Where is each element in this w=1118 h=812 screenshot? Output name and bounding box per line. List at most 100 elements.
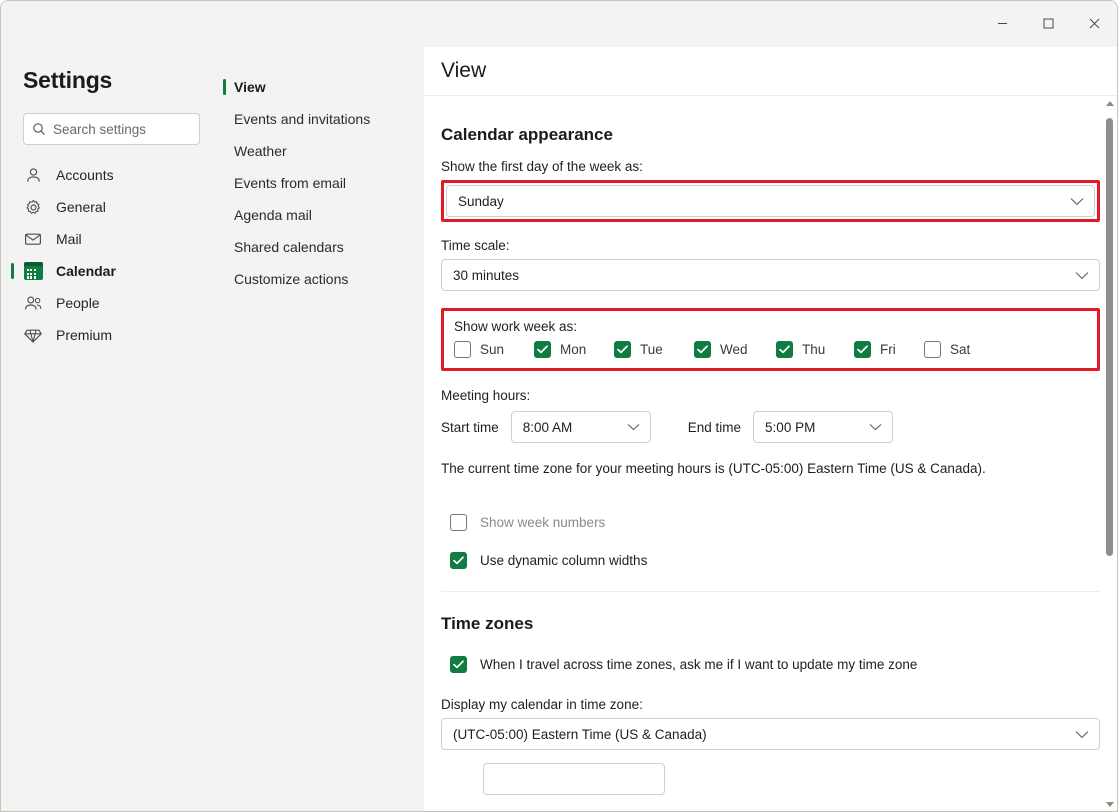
end-time-value: 5:00 PM (765, 419, 816, 435)
sidebar-nav: Accounts General Mail Calendar People Pr… (1, 159, 222, 351)
workweek-checkbox-fri[interactable]: Fri (854, 341, 924, 358)
search-settings-input[interactable]: Search settings (23, 113, 200, 145)
start-time-label: Start time (441, 419, 499, 435)
workweek-checkbox-mon[interactable]: Mon (534, 341, 614, 358)
day-label: Mon (560, 342, 587, 357)
work-week-label: Show work week as: (454, 319, 578, 334)
checkbox-checked-icon (694, 341, 711, 358)
search-placeholder: Search settings (53, 121, 147, 137)
person-icon (23, 165, 43, 185)
option-label: Show week numbers (480, 515, 606, 530)
content-header: View (424, 47, 1117, 96)
subnav-item-label: Events from email (234, 175, 347, 191)
workweek-checkbox-tue[interactable]: Tue (614, 341, 694, 358)
day-label: Fri (880, 342, 896, 357)
minimize-button[interactable] (979, 1, 1025, 45)
subnav-item-shared-calendars[interactable]: Shared calendars (222, 231, 424, 263)
scroll-down-arrow-icon[interactable] (1102, 797, 1117, 811)
sidebar-item-label: Premium (56, 327, 113, 343)
settings-title: Settings (23, 67, 113, 93)
subnav-item-label: View (234, 79, 266, 95)
checkbox-unchecked-icon (924, 341, 941, 358)
sidebar-item-general[interactable]: General (1, 191, 222, 223)
scroll-up-arrow-icon[interactable] (1102, 96, 1117, 110)
checkbox-checked-icon (450, 656, 467, 673)
time-scale-dropdown[interactable]: 30 minutes (441, 259, 1100, 291)
add-time-zone-button[interactable] (483, 763, 665, 795)
workweek-checkbox-wed[interactable]: Wed (694, 341, 776, 358)
checkbox-checked-icon (534, 341, 551, 358)
end-time-label: End time (687, 419, 742, 435)
calendar-subnav: View Events and invitations Weather Even… (222, 47, 424, 811)
scrollbar-thumb[interactable] (1106, 118, 1113, 556)
settings-window: Settings Search settings Accounts Genera… (0, 0, 1118, 812)
time-zones-heading: Time zones (441, 614, 534, 633)
subnav-item-label: Weather (234, 143, 287, 159)
end-time-dropdown[interactable]: 5:00 PM (753, 411, 894, 443)
sidebar-item-calendar[interactable]: Calendar (1, 255, 222, 287)
first-day-highlight: Sunday (441, 180, 1100, 222)
diamond-icon (23, 325, 43, 345)
chevron-down-icon (869, 423, 882, 431)
workweek-checkbox-sat[interactable]: Sat (924, 341, 970, 358)
page-title: View (441, 59, 487, 82)
checkbox-unchecked-icon (450, 514, 467, 531)
subnav-item-label: Customize actions (234, 271, 349, 287)
day-label: Thu (802, 342, 826, 357)
sidebar-item-premium[interactable]: Premium (1, 319, 222, 351)
sidebar-item-label: Calendar (56, 263, 116, 279)
meeting-timezone-note: The current time zone for your meeting h… (441, 461, 986, 476)
sidebar-item-label: Accounts (56, 167, 114, 183)
checkbox-checked-icon (776, 341, 793, 358)
start-time-value: 8:00 AM (522, 419, 573, 435)
settings-sidebar: Settings Search settings Accounts Genera… (1, 47, 222, 811)
maximize-button[interactable] (1025, 1, 1071, 45)
people-icon (23, 293, 43, 313)
window-body: Settings Search settings Accounts Genera… (1, 47, 1117, 811)
show-week-numbers-checkbox[interactable]: Show week numbers (450, 514, 1100, 531)
checkbox-unchecked-icon (454, 341, 471, 358)
option-label: Use dynamic column widths (480, 553, 648, 568)
subnav-item-events-and-invitations[interactable]: Events and invitations (222, 103, 424, 135)
day-label: Wed (720, 342, 748, 357)
subnav-item-label: Agenda mail (234, 207, 312, 223)
envelope-icon (23, 229, 43, 249)
travel-timezone-checkbox[interactable]: When I travel across time zones, ask me … (450, 656, 1100, 673)
display-timezone-value: (UTC-05:00) Eastern Time (US & Canada) (453, 726, 707, 742)
subnav-item-events-from-email[interactable]: Events from email (222, 167, 424, 199)
checkbox-checked-icon (614, 341, 631, 358)
subnav-item-customize-actions[interactable]: Customize actions (222, 263, 424, 295)
use-dynamic-column-widths-checkbox[interactable]: Use dynamic column widths (450, 552, 1100, 569)
subnav-item-agenda-mail[interactable]: Agenda mail (222, 199, 424, 231)
sidebar-item-label: Mail (56, 231, 82, 247)
sidebar-item-mail[interactable]: Mail (1, 223, 222, 255)
first-day-label: Show the first day of the week as: (441, 159, 643, 174)
sidebar-item-accounts[interactable]: Accounts (1, 159, 222, 191)
time-scale-label: Time scale: (441, 238, 510, 253)
work-week-daygrid: Sun Mon Tue Wed Thu Fri Sat (454, 341, 1087, 358)
chevron-down-icon (1075, 730, 1089, 739)
close-button[interactable] (1071, 1, 1117, 45)
section-divider (441, 591, 1100, 592)
start-time-dropdown[interactable]: 8:00 AM (510, 411, 651, 443)
sidebar-item-label: General (56, 199, 106, 215)
calendar-appearance-heading: Calendar appearance (441, 125, 613, 144)
subnav-item-view[interactable]: View (222, 71, 424, 103)
title-bar (1, 1, 1117, 47)
show-work-week-group: Show work week as: Sun Mon Tue Wed Thu F… (441, 308, 1100, 371)
display-timezone-dropdown[interactable]: (UTC-05:00) Eastern Time (US & Canada) (441, 718, 1100, 750)
meeting-hours-label: Meeting hours: (441, 388, 531, 403)
subnav-item-weather[interactable]: Weather (222, 135, 424, 167)
sidebar-item-label: People (56, 295, 100, 311)
settings-content: View Calendar appearance Show the first … (424, 47, 1117, 811)
calendar-icon (23, 261, 43, 281)
vertical-scrollbar[interactable] (1102, 96, 1117, 811)
search-icon (32, 122, 46, 136)
travel-timezone-label: When I travel across time zones, ask me … (480, 657, 918, 672)
subnav-item-label: Shared calendars (234, 239, 344, 255)
first-day-of-week-dropdown[interactable]: Sunday (446, 185, 1095, 217)
workweek-checkbox-sun[interactable]: Sun (454, 341, 534, 358)
chevron-down-icon (627, 423, 640, 431)
sidebar-item-people[interactable]: People (1, 287, 222, 319)
workweek-checkbox-thu[interactable]: Thu (776, 341, 854, 358)
